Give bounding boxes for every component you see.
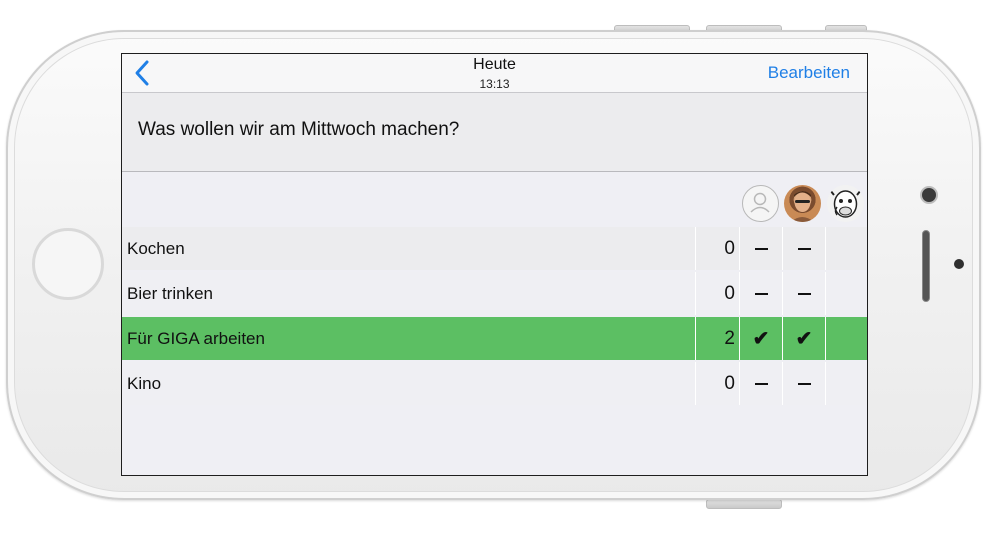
home-button[interactable] <box>32 228 104 300</box>
vote-cell[interactable] <box>739 272 782 315</box>
vote-cell[interactable] <box>739 362 782 405</box>
checkmark-icon: ✔ <box>752 328 770 350</box>
vote-cell[interactable] <box>825 362 867 405</box>
checkmark-icon: ✔ <box>795 328 813 350</box>
dash-icon <box>754 292 768 295</box>
option-row[interactable]: Kochen 0 <box>122 227 867 270</box>
nav-title: Heute <box>473 56 516 73</box>
dash-icon <box>797 247 811 250</box>
question-text: Was wollen wir am Mittwoch machen? <box>138 119 460 140</box>
earpiece-speaker <box>922 230 930 302</box>
vote-cell[interactable]: ✔ <box>782 317 825 360</box>
person-outline-icon <box>750 192 770 213</box>
cow-icon <box>829 189 862 218</box>
option-label: Für GIGA arbeiten <box>127 329 265 348</box>
proximity-sensor <box>954 259 964 269</box>
option-row[interactable]: Kino 0 <box>122 362 867 405</box>
dash-icon <box>754 382 768 385</box>
dash-icon <box>797 382 811 385</box>
navigation-bar: Heute 13:13 Bearbeiten <box>122 54 867 93</box>
dash-icon <box>754 247 768 250</box>
cow-avatar[interactable] <box>827 185 864 222</box>
vote-cell[interactable] <box>825 272 867 315</box>
nav-subtitle: 13:13 <box>479 77 510 91</box>
user-avatar-photo[interactable] <box>784 185 821 222</box>
front-camera <box>920 186 938 204</box>
app-screen: Heute 13:13 Bearbeiten Was wollen wir am… <box>121 53 868 476</box>
option-row-winner[interactable]: Für GIGA arbeiten 2 ✔ ✔ <box>122 317 867 360</box>
vote-count: 2 <box>695 317 739 360</box>
option-label: Kochen <box>127 239 185 258</box>
vote-cell[interactable] <box>782 362 825 405</box>
option-row[interactable]: Bier trinken 0 <box>122 272 867 315</box>
power-button[interactable] <box>706 499 782 509</box>
vote-count: 0 <box>695 272 739 315</box>
user-photo-icon <box>791 191 814 222</box>
dash-icon <box>797 292 811 295</box>
vote-count: 0 <box>695 227 739 270</box>
vote-cell[interactable] <box>782 227 825 270</box>
option-label: Bier trinken <box>127 284 213 303</box>
vote-count: 0 <box>695 362 739 405</box>
option-label: Kino <box>127 374 162 393</box>
question-box: Was wollen wir am Mittwoch machen? <box>122 93 867 172</box>
vote-cell[interactable] <box>825 317 867 360</box>
vote-cell[interactable] <box>739 227 782 270</box>
vote-cell[interactable] <box>782 272 825 315</box>
vote-cell[interactable]: ✔ <box>739 317 782 360</box>
empty-user-icon[interactable] <box>742 185 779 222</box>
edit-button[interactable]: Bearbeiten <box>768 63 850 83</box>
vote-cell[interactable] <box>825 227 867 270</box>
